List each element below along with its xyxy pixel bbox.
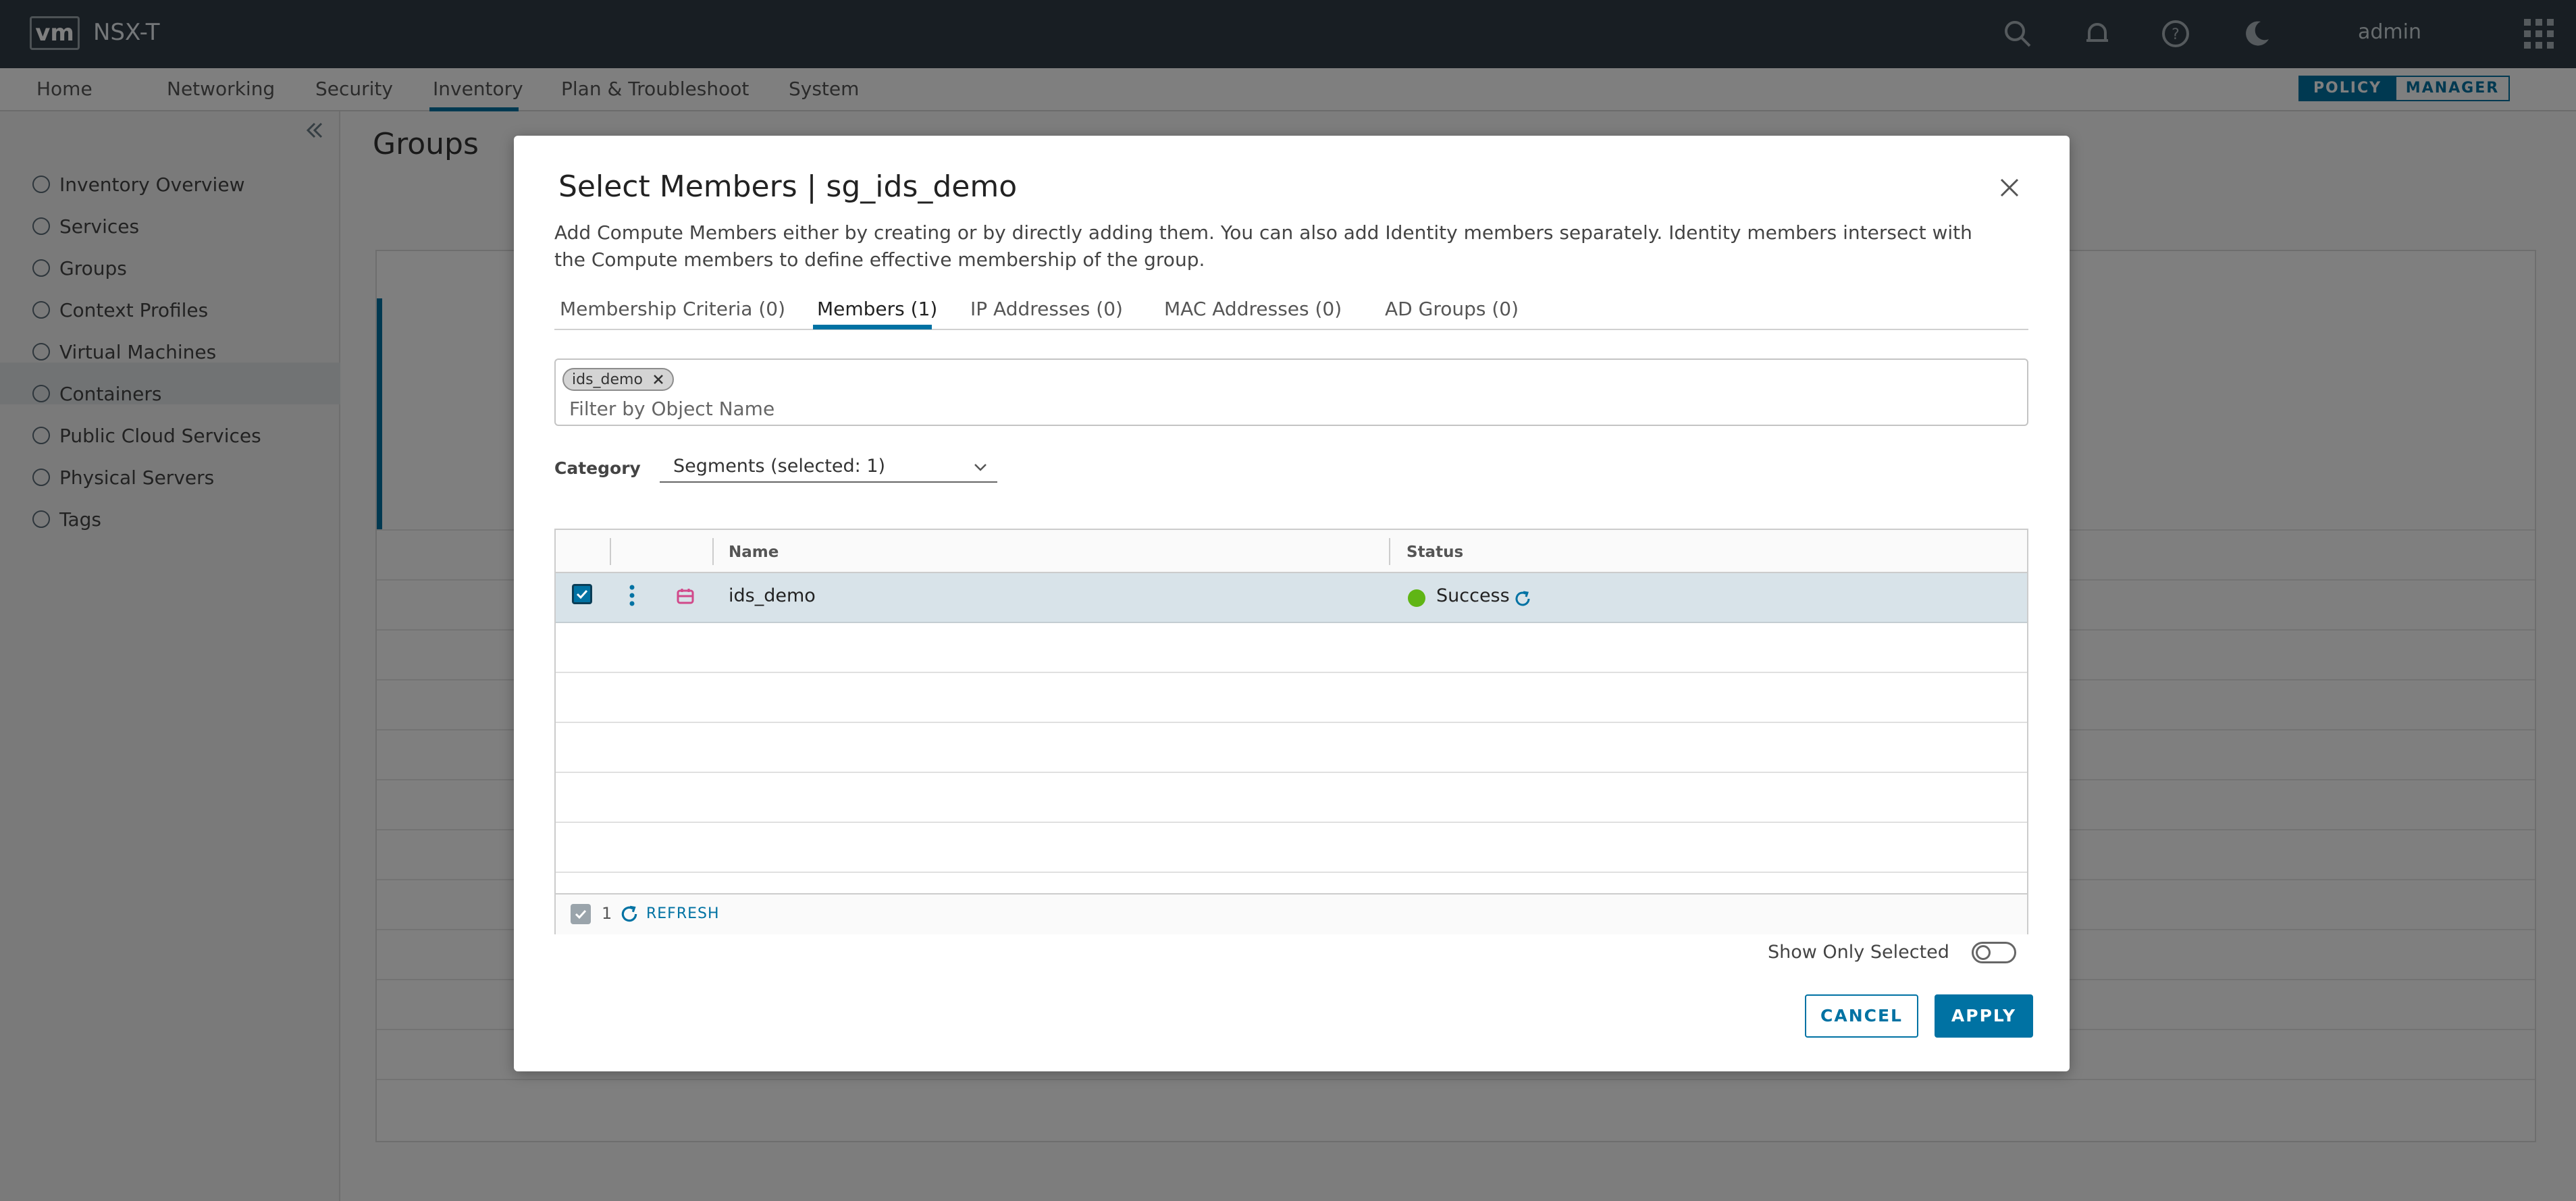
selected-member-chip: ids_demo	[562, 368, 674, 391]
category-label: Category	[554, 458, 641, 478]
refresh-status-icon[interactable]	[1513, 589, 1532, 608]
segment-icon	[677, 589, 694, 604]
show-only-selected-label: Show Only Selected	[1768, 942, 1949, 963]
table-row[interactable]: ids_demo Success	[556, 573, 2027, 623]
chip-label: ids_demo	[572, 371, 643, 388]
selected-count: 1	[602, 904, 612, 923]
success-status-icon	[1408, 589, 1425, 607]
category-select[interactable]: Segments (selected: 1)	[660, 453, 997, 483]
filter-by-object-name-input[interactable]	[568, 395, 1986, 422]
toggle-knob	[1976, 945, 1991, 960]
datagrid-header: Name Status	[556, 530, 2027, 573]
row-checkbox[interactable]	[572, 584, 592, 604]
cancel-button[interactable]: CANCEL	[1805, 994, 1918, 1038]
tab-active-indicator	[813, 325, 932, 329]
member-filter-box[interactable]: ids_demo	[554, 358, 2028, 426]
check-icon	[575, 909, 587, 919]
chevron-down-icon[interactable]	[973, 460, 988, 475]
row-name: ids_demo	[729, 585, 816, 606]
dialog-title: Select Members | sg_ids_demo	[558, 169, 1018, 204]
column-header-status[interactable]: Status	[1407, 543, 1463, 561]
tab-members[interactable]: Members (1)	[817, 298, 937, 320]
dialog-description: Add Compute Members either by creating o…	[554, 221, 1972, 271]
apply-button[interactable]: APPLY	[1935, 994, 2033, 1038]
members-datagrid: Name Status ids_demo Success 1 REFRESH	[554, 529, 2028, 934]
tab-ad-groups[interactable]: AD Groups (0)	[1385, 298, 1519, 320]
chip-remove-icon[interactable]	[652, 373, 664, 385]
tab-membership-criteria[interactable]: Membership Criteria (0)	[560, 298, 785, 320]
tab-mac-addresses[interactable]: MAC Addresses (0)	[1164, 298, 1342, 320]
row-actions-icon[interactable]	[629, 584, 635, 607]
select-members-dialog: Select Members | sg_ids_demo Add Compute…	[514, 136, 2070, 1071]
tabs-divider	[554, 329, 2028, 330]
column-header-name[interactable]: Name	[729, 543, 779, 561]
show-only-selected-toggle[interactable]	[1972, 942, 2016, 963]
close-icon[interactable]	[1997, 175, 2022, 201]
footer-selection-checkbox	[571, 904, 591, 924]
check-icon	[576, 589, 588, 599]
refresh-icon[interactable]	[619, 904, 639, 924]
tab-ip-addresses[interactable]: IP Addresses (0)	[970, 298, 1123, 320]
row-status: Success	[1436, 585, 1510, 606]
refresh-link[interactable]: REFRESH	[646, 905, 720, 922]
datagrid-footer: 1 REFRESH	[556, 893, 2027, 934]
